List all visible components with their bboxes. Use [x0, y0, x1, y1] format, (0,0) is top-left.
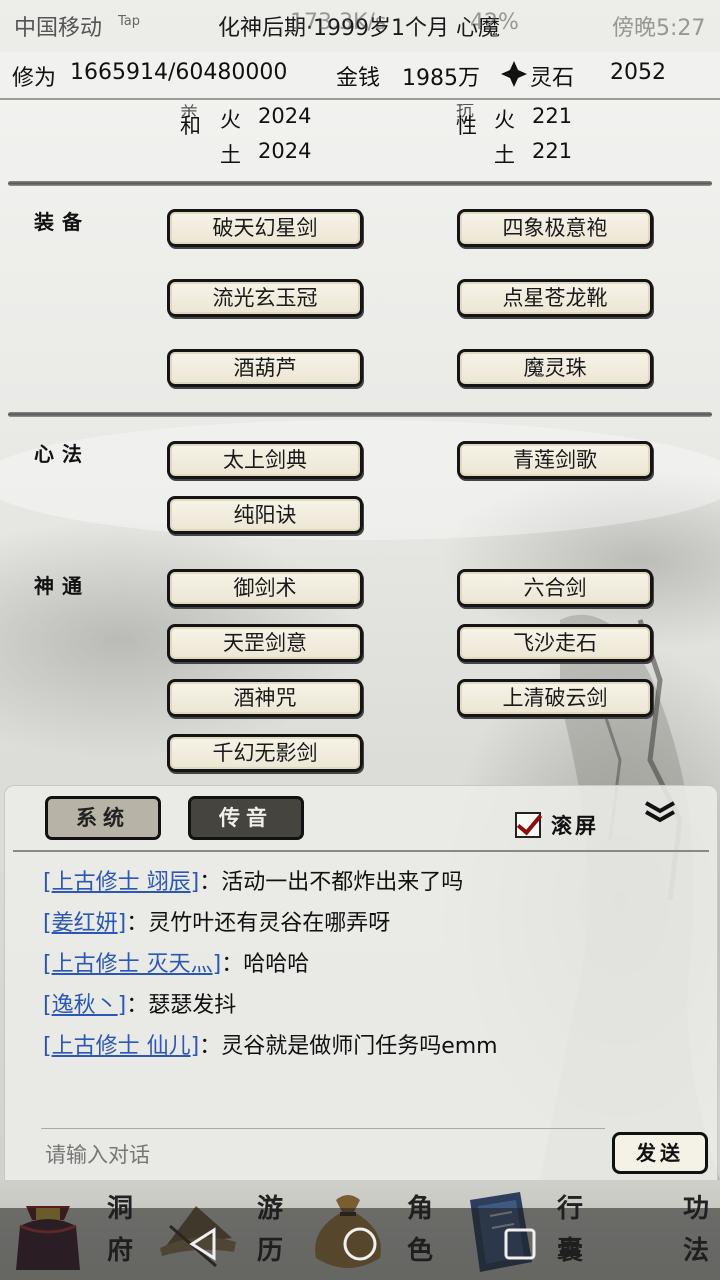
clock: 傍晚5:27: [612, 16, 706, 41]
equipment-crown-button[interactable]: 流光玄玉冠: [167, 279, 363, 317]
equipment-weapon-button[interactable]: 破天幻星剑: [167, 209, 363, 247]
resistance-element: 土: [494, 143, 515, 167]
tap-label: Tap: [118, 14, 141, 29]
mind-method-button[interactable]: 纯阳诀: [167, 496, 363, 534]
sender-name-link[interactable]: 上古修士 仙儿: [43, 1034, 199, 1059]
battery-level: 42%: [470, 10, 519, 35]
input-underline: [41, 1128, 605, 1129]
divine-art-button[interactable]: 六合剑: [457, 569, 653, 607]
affinity-value: 2024: [258, 139, 312, 163]
chat-message: 上古修士 仙儿：灵谷就是做师门任务吗emm: [43, 1028, 498, 1060]
cultivation-label: 修为: [12, 66, 57, 91]
back-icon[interactable]: [184, 1224, 224, 1264]
chat-message: 逸秋丶：瑟瑟发抖: [43, 987, 236, 1019]
tab-voice[interactable]: 传音: [188, 796, 304, 840]
message-text: ：灵竹叶还有灵谷在哪弄呀: [126, 911, 391, 936]
sender-name-link[interactable]: 上古修士 翊辰: [43, 870, 199, 895]
equipment-section-label: 装备: [34, 210, 90, 234]
cultivation-value: 1665914/60480000: [70, 60, 288, 85]
mind-method-button[interactable]: 青莲剑歌: [457, 441, 653, 479]
recent-apps-icon[interactable]: [500, 1224, 540, 1264]
divine-art-button[interactable]: 千幻无影剑: [167, 734, 363, 772]
chat-message: 上古修士 灭天灬：哈哈哈: [43, 946, 309, 978]
chat-message: 姜红妍：灵竹叶还有灵谷在哪弄呀: [43, 905, 390, 937]
section-divider: [8, 412, 712, 417]
chat-divider: [13, 850, 709, 852]
resistance-element: 火: [494, 108, 515, 132]
affinity-value: 2024: [258, 104, 312, 128]
message-text: ：瑟瑟发抖: [126, 993, 237, 1018]
divine-art-button[interactable]: 飞沙走石: [457, 624, 653, 662]
system-navigation-bar: [0, 1208, 720, 1280]
equipment-robe-button[interactable]: 四象极意袍: [457, 209, 653, 247]
carrier-label: 中国移动: [14, 16, 103, 41]
section-divider: [8, 181, 712, 186]
mind-method-section-label: 心法: [34, 442, 90, 466]
resistance-label-line2: 性: [456, 114, 477, 138]
auto-scroll-label: 滚屏: [551, 813, 599, 838]
mind-method-button[interactable]: 太上剑典: [167, 441, 363, 479]
message-text: ：活动一出不都炸出来了吗: [199, 870, 464, 895]
equipment-gourd-button[interactable]: 酒葫芦: [167, 349, 363, 387]
chat-message: 上古修士 翊辰：活动一出不都炸出来了吗: [43, 864, 463, 896]
spirit-stone-icon: [501, 61, 527, 87]
affinity-element: 火: [220, 108, 241, 132]
tab-system[interactable]: 系统: [45, 796, 161, 840]
affinity-element: 土: [220, 143, 241, 167]
spirit-stone-label: 灵石: [530, 66, 575, 91]
divine-art-section-label: 神通: [34, 574, 90, 598]
affinity-label-line2: 和: [180, 114, 201, 138]
sender-name-link[interactable]: 姜红妍: [43, 911, 126, 936]
divine-art-button[interactable]: 御剑术: [167, 569, 363, 607]
sender-name-link[interactable]: 上古修士 灭天灬: [43, 952, 221, 977]
divine-art-button[interactable]: 天罡剑意: [167, 624, 363, 662]
home-icon[interactable]: [340, 1224, 380, 1264]
spirit-stone-value: 2052: [610, 60, 666, 85]
money-label: 金钱: [336, 66, 381, 91]
chat-panel: 系统 传音 滚屏 上古修士 翊辰：活动一出不都炸出来了吗 姜红妍：灵竹叶还有灵谷…: [4, 785, 718, 1182]
send-button[interactable]: 发送: [612, 1132, 708, 1174]
message-text: ：灵谷就是做师门任务吗emm: [199, 1034, 498, 1059]
resource-bar: 修为 1665914/60480000 金钱 1985万 灵石 2052: [0, 52, 720, 100]
collapse-chevron-down-icon[interactable]: [643, 800, 677, 824]
divine-art-button[interactable]: 上清破云剑: [457, 679, 653, 717]
network-speed: 173.3K/s: [290, 10, 387, 35]
auto-scroll-checkbox[interactable]: [515, 812, 541, 838]
divine-art-button[interactable]: 酒神咒: [167, 679, 363, 717]
money-value: 1985万: [402, 66, 480, 91]
status-bar: 中国移动 Tap 化神后期·1999岁1个月 心魔 173.3K/s 42% 傍…: [0, 0, 720, 52]
resistance-value: 221: [532, 104, 573, 128]
message-text: ：哈哈哈: [221, 952, 310, 977]
sender-name-link[interactable]: 逸秋丶: [43, 993, 126, 1018]
equipment-orb-button[interactable]: 魔灵珠: [457, 349, 653, 387]
equipment-boots-button[interactable]: 点星苍龙靴: [457, 279, 653, 317]
chat-input[interactable]: [43, 1136, 587, 1174]
resistance-value: 221: [532, 139, 573, 163]
